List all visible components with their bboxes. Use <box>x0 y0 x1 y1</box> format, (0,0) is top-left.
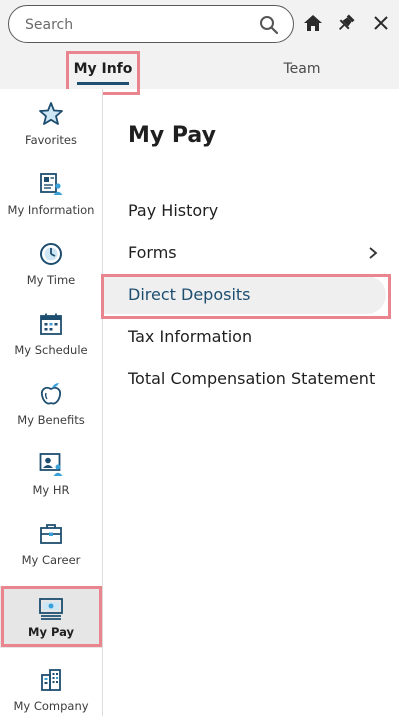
menu-item-label: Forms <box>128 243 177 262</box>
search-input[interactable] <box>23 14 257 36</box>
menu-item-label: Pay History <box>128 201 219 220</box>
clock-icon <box>40 243 62 265</box>
menu-item-pay-history[interactable]: Pay History <box>103 192 399 230</box>
search-icon[interactable] <box>259 15 279 35</box>
sidebar-item-my-benefits[interactable]: My Benefits <box>0 369 102 439</box>
sidebar: Favorites My Information My Time My Sche… <box>0 89 103 716</box>
calendar-icon <box>40 313 62 335</box>
sidebar-item-my-information[interactable]: My Information <box>0 159 102 229</box>
sidebar-item-my-schedule[interactable]: My Schedule <box>0 299 102 369</box>
pin-icon[interactable] <box>335 12 357 34</box>
home-icon[interactable] <box>302 12 324 34</box>
sidebar-item-label: My Time <box>26 273 76 287</box>
sidebar-item-my-hr[interactable]: My HR <box>0 439 102 509</box>
sidebar-item-label: My Information <box>7 203 95 217</box>
sidebar-item-my-career[interactable]: My Career <box>0 509 102 579</box>
main-content: My Pay Pay History Forms Direct Deposits… <box>103 89 399 716</box>
tab-my-info[interactable]: My Info <box>63 50 143 89</box>
sidebar-item-my-company[interactable]: My Company <box>0 655 102 725</box>
active-tab-indicator <box>77 82 129 85</box>
search-box[interactable] <box>8 5 294 43</box>
sidebar-item-label: My Pay <box>28 625 74 639</box>
menu-item-forms[interactable]: Forms <box>103 234 399 272</box>
sidebar-item-label: My Benefits <box>17 413 85 427</box>
sidebar-item-favorites[interactable]: Favorites <box>0 89 102 159</box>
sidebar-item-my-time[interactable]: My Time <box>0 229 102 299</box>
pay-stub-icon <box>39 598 63 620</box>
sidebar-item-label: Favorites <box>25 133 77 147</box>
briefcase-icon <box>40 524 62 544</box>
tab-my-info-label: My Info <box>73 61 133 77</box>
sidebar-item-label: My Company <box>13 699 89 713</box>
building-icon <box>41 669 61 691</box>
star-icon <box>39 102 63 125</box>
chevron-right-icon <box>369 247 378 259</box>
sidebar-item-label: My Career <box>21 553 81 567</box>
tab-bar: My Info Team <box>0 50 399 89</box>
menu-item-label: Direct Deposits <box>128 285 251 304</box>
sidebar-item-label: My Schedule <box>14 343 88 357</box>
page-title: My Pay <box>128 123 216 148</box>
sidebar-item-label: My HR <box>32 483 70 497</box>
tab-team-label: Team <box>283 61 321 77</box>
menu-item-direct-deposits[interactable]: Direct Deposits <box>103 276 386 314</box>
tab-team[interactable]: Team <box>262 50 342 89</box>
header: My Info Team <box>0 0 399 89</box>
apple-icon <box>40 383 62 405</box>
menu-item-total-compensation-statement[interactable]: Total Compensation Statement <box>103 360 399 398</box>
menu-item-tax-information[interactable]: Tax Information <box>103 318 399 356</box>
menu-item-label: Tax Information <box>128 327 253 346</box>
person-board-icon <box>39 453 63 476</box>
sidebar-item-my-pay[interactable]: My Pay <box>0 586 102 648</box>
menu-item-label: Total Compensation Statement <box>128 369 376 388</box>
id-card-icon <box>40 173 63 195</box>
close-icon[interactable] <box>370 12 392 34</box>
